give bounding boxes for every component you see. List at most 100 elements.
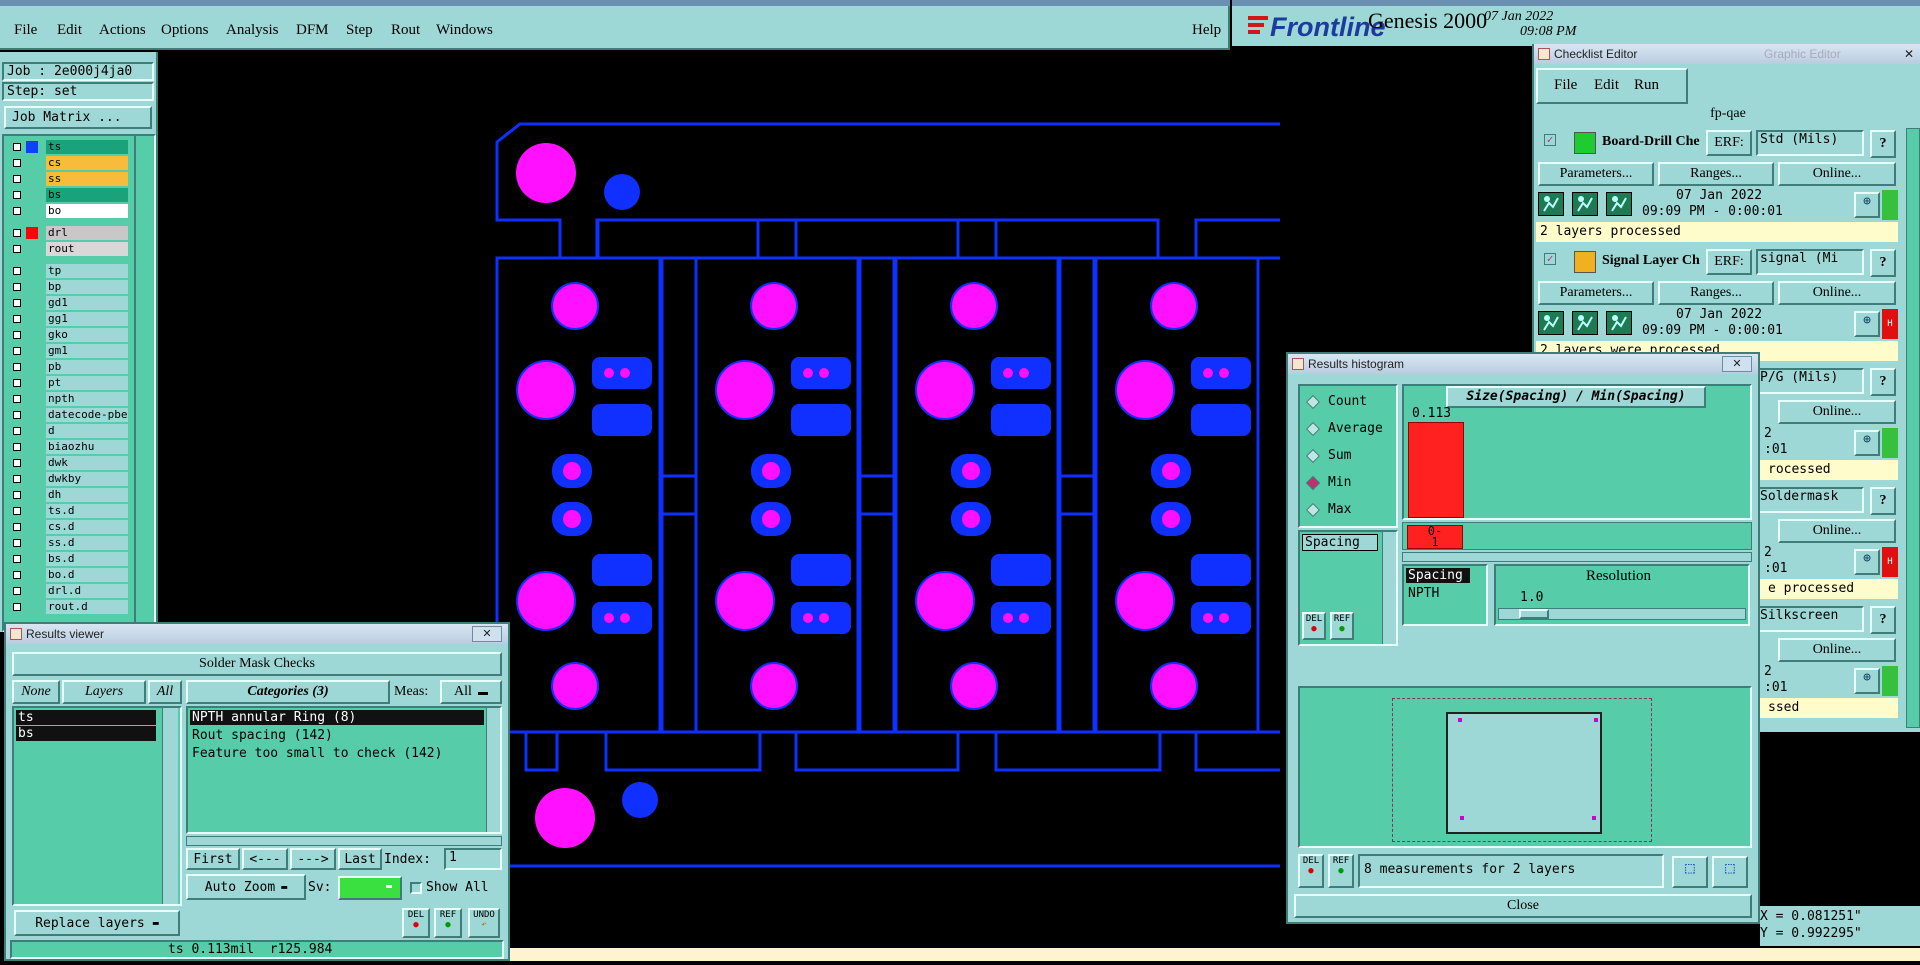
layer-checkbox[interactable]	[13, 475, 21, 483]
layer-row-dwk[interactable]: dwk	[6, 456, 128, 470]
run-check-icon[interactable]	[1606, 311, 1632, 335]
results-viewer-close-icon[interactable]: ✕	[472, 626, 502, 642]
layer-checkbox[interactable]	[13, 283, 21, 291]
menu-analysis[interactable]: Analysis	[226, 22, 279, 39]
radio-icon[interactable]	[1305, 448, 1321, 464]
online-button[interactable]: Online...	[1778, 281, 1896, 305]
layer-row-npth[interactable]: npth	[6, 392, 128, 406]
help-button[interactable]: ?	[1870, 487, 1896, 515]
online-button[interactable]: Online...	[1778, 400, 1896, 424]
layer-row-rout-d[interactable]: rout.d	[6, 600, 128, 614]
histogram-bar[interactable]	[1408, 422, 1464, 518]
replace-layers-select[interactable]: Replace layers ▬	[14, 910, 180, 936]
layer-row-bs-d[interactable]: bs.d	[6, 552, 128, 566]
layer-row-gm1[interactable]: gm1	[6, 344, 128, 358]
check-enabled-checkbox[interactable]: ✓	[1544, 134, 1556, 146]
zoom-results-icon[interactable]: ⊕	[1854, 192, 1880, 218]
stat-option-sum[interactable]: Sum	[1305, 446, 1396, 466]
viewer-layer-item[interactable]: ts	[16, 710, 156, 725]
menu-windows[interactable]: Windows	[436, 22, 493, 39]
resolution-slider-thumb[interactable]	[1519, 609, 1549, 619]
layer-checkbox[interactable]	[13, 427, 21, 435]
show-all-checkbox[interactable]	[410, 882, 422, 894]
layer-checkbox[interactable]	[13, 347, 21, 355]
index-input[interactable]: 1	[444, 848, 502, 870]
zoom-select-icon[interactable]: ⬚	[1712, 856, 1748, 888]
layer-row-gg1[interactable]: gg1	[6, 312, 128, 326]
layer-checkbox[interactable]	[13, 523, 21, 531]
ref-icon[interactable]: REF ●	[1330, 612, 1354, 640]
category-item[interactable]: Feature too small to check (142)	[190, 746, 442, 761]
checklist-close-icon[interactable]: ✕	[1902, 47, 1916, 61]
run-check-icon[interactable]	[1606, 192, 1632, 216]
layer-row-ts-d[interactable]: ts.d	[6, 504, 128, 518]
layer-checkbox[interactable]	[13, 459, 21, 467]
viewer-layer-item[interactable]: bs	[16, 726, 156, 741]
layer-checkbox[interactable]	[13, 443, 21, 451]
layer-row-bo[interactable]: bo	[6, 204, 128, 218]
categories-button[interactable]: Categories (3)	[186, 680, 390, 704]
run-check-icon[interactable]	[1538, 311, 1564, 335]
zoom-results-icon[interactable]: ⊕	[1854, 430, 1880, 456]
layer-checkbox[interactable]	[13, 143, 21, 151]
layer-row-drl-d[interactable]: drl.d	[6, 584, 128, 598]
category-scrollbar[interactable]	[486, 708, 500, 832]
next-button[interactable]: --->	[290, 848, 336, 870]
online-button[interactable]: Online...	[1778, 162, 1896, 186]
layer-checkbox[interactable]	[13, 539, 21, 547]
layer-row-ss[interactable]: ss	[6, 172, 128, 186]
ranges-button[interactable]: Ranges...	[1658, 162, 1774, 186]
ref-icon[interactable]: REF ●	[434, 908, 462, 938]
layer-checkbox[interactable]	[13, 175, 21, 183]
sv-select[interactable]: ▬	[338, 876, 402, 900]
run-check-icon[interactable]	[1572, 192, 1598, 216]
menu-actions[interactable]: Actions	[99, 22, 146, 39]
undo-icon[interactable]: UNDO ↶	[468, 908, 500, 938]
category-hscroll[interactable]	[186, 836, 502, 846]
layer-row-gd1[interactable]: gd1	[6, 296, 128, 310]
checklist-menu-run[interactable]: Run	[1634, 77, 1659, 94]
histogram-close-button[interactable]: Close	[1294, 894, 1752, 918]
job-matrix-button[interactable]: Job Matrix ...	[4, 106, 152, 129]
layer-checkbox[interactable]	[13, 245, 21, 253]
layer-row-dwkby[interactable]: dwkby	[6, 472, 128, 486]
layer-checkbox[interactable]	[13, 603, 21, 611]
layer-row-rout[interactable]: rout	[6, 242, 128, 256]
radio-icon[interactable]	[1305, 394, 1321, 410]
online-button[interactable]: Online...	[1778, 638, 1896, 662]
menu-dfm[interactable]: DFM	[296, 22, 329, 39]
layer-checkbox[interactable]	[13, 507, 21, 515]
help-button[interactable]: ?	[1870, 368, 1896, 396]
layer-row-pt[interactable]: pt	[6, 376, 128, 390]
layer-row-drl[interactable]: drl	[6, 226, 128, 240]
menu-file[interactable]: File	[14, 22, 37, 39]
stat-option-count[interactable]: Count	[1305, 392, 1396, 412]
radio-icon[interactable]	[1305, 475, 1321, 491]
zoom-results-icon[interactable]: ⊕	[1854, 311, 1880, 337]
stat-option-average[interactable]: Average	[1305, 419, 1396, 439]
attr-item[interactable]: Spacing	[1302, 534, 1378, 551]
bin-label[interactable]: 0- 1	[1407, 525, 1463, 549]
none-button[interactable]: None	[12, 680, 60, 704]
layer-checkbox[interactable]	[13, 159, 21, 167]
radio-icon[interactable]	[1305, 421, 1321, 437]
layer-row-gko[interactable]: gko	[6, 328, 128, 342]
layer-row-d[interactable]: d	[6, 424, 128, 438]
attr-scrollbar[interactable]	[1382, 532, 1396, 644]
ranges-button[interactable]: Ranges...	[1658, 281, 1774, 305]
help-button[interactable]: ?	[1870, 249, 1896, 277]
layer-checkbox[interactable]	[13, 555, 21, 563]
layer-checkbox[interactable]	[13, 331, 21, 339]
all-button[interactable]: All	[148, 680, 182, 704]
layer-row-cs[interactable]: cs	[6, 156, 128, 170]
last-button[interactable]: Last	[338, 848, 382, 870]
layer-row-cs-d[interactable]: cs.d	[6, 520, 128, 534]
histogram-hscroll[interactable]	[1402, 552, 1752, 562]
online-button[interactable]: Online...	[1778, 519, 1896, 543]
layer-row-bs[interactable]: bs	[6, 188, 128, 202]
layer-row-pb[interactable]: pb	[6, 360, 128, 374]
layer-checkbox[interactable]	[13, 363, 21, 371]
del-icon[interactable]: DEL ●	[402, 908, 430, 938]
auto-zoom-select[interactable]: Auto Zoom ▬	[186, 874, 306, 900]
layer-checkbox[interactable]	[13, 315, 21, 323]
